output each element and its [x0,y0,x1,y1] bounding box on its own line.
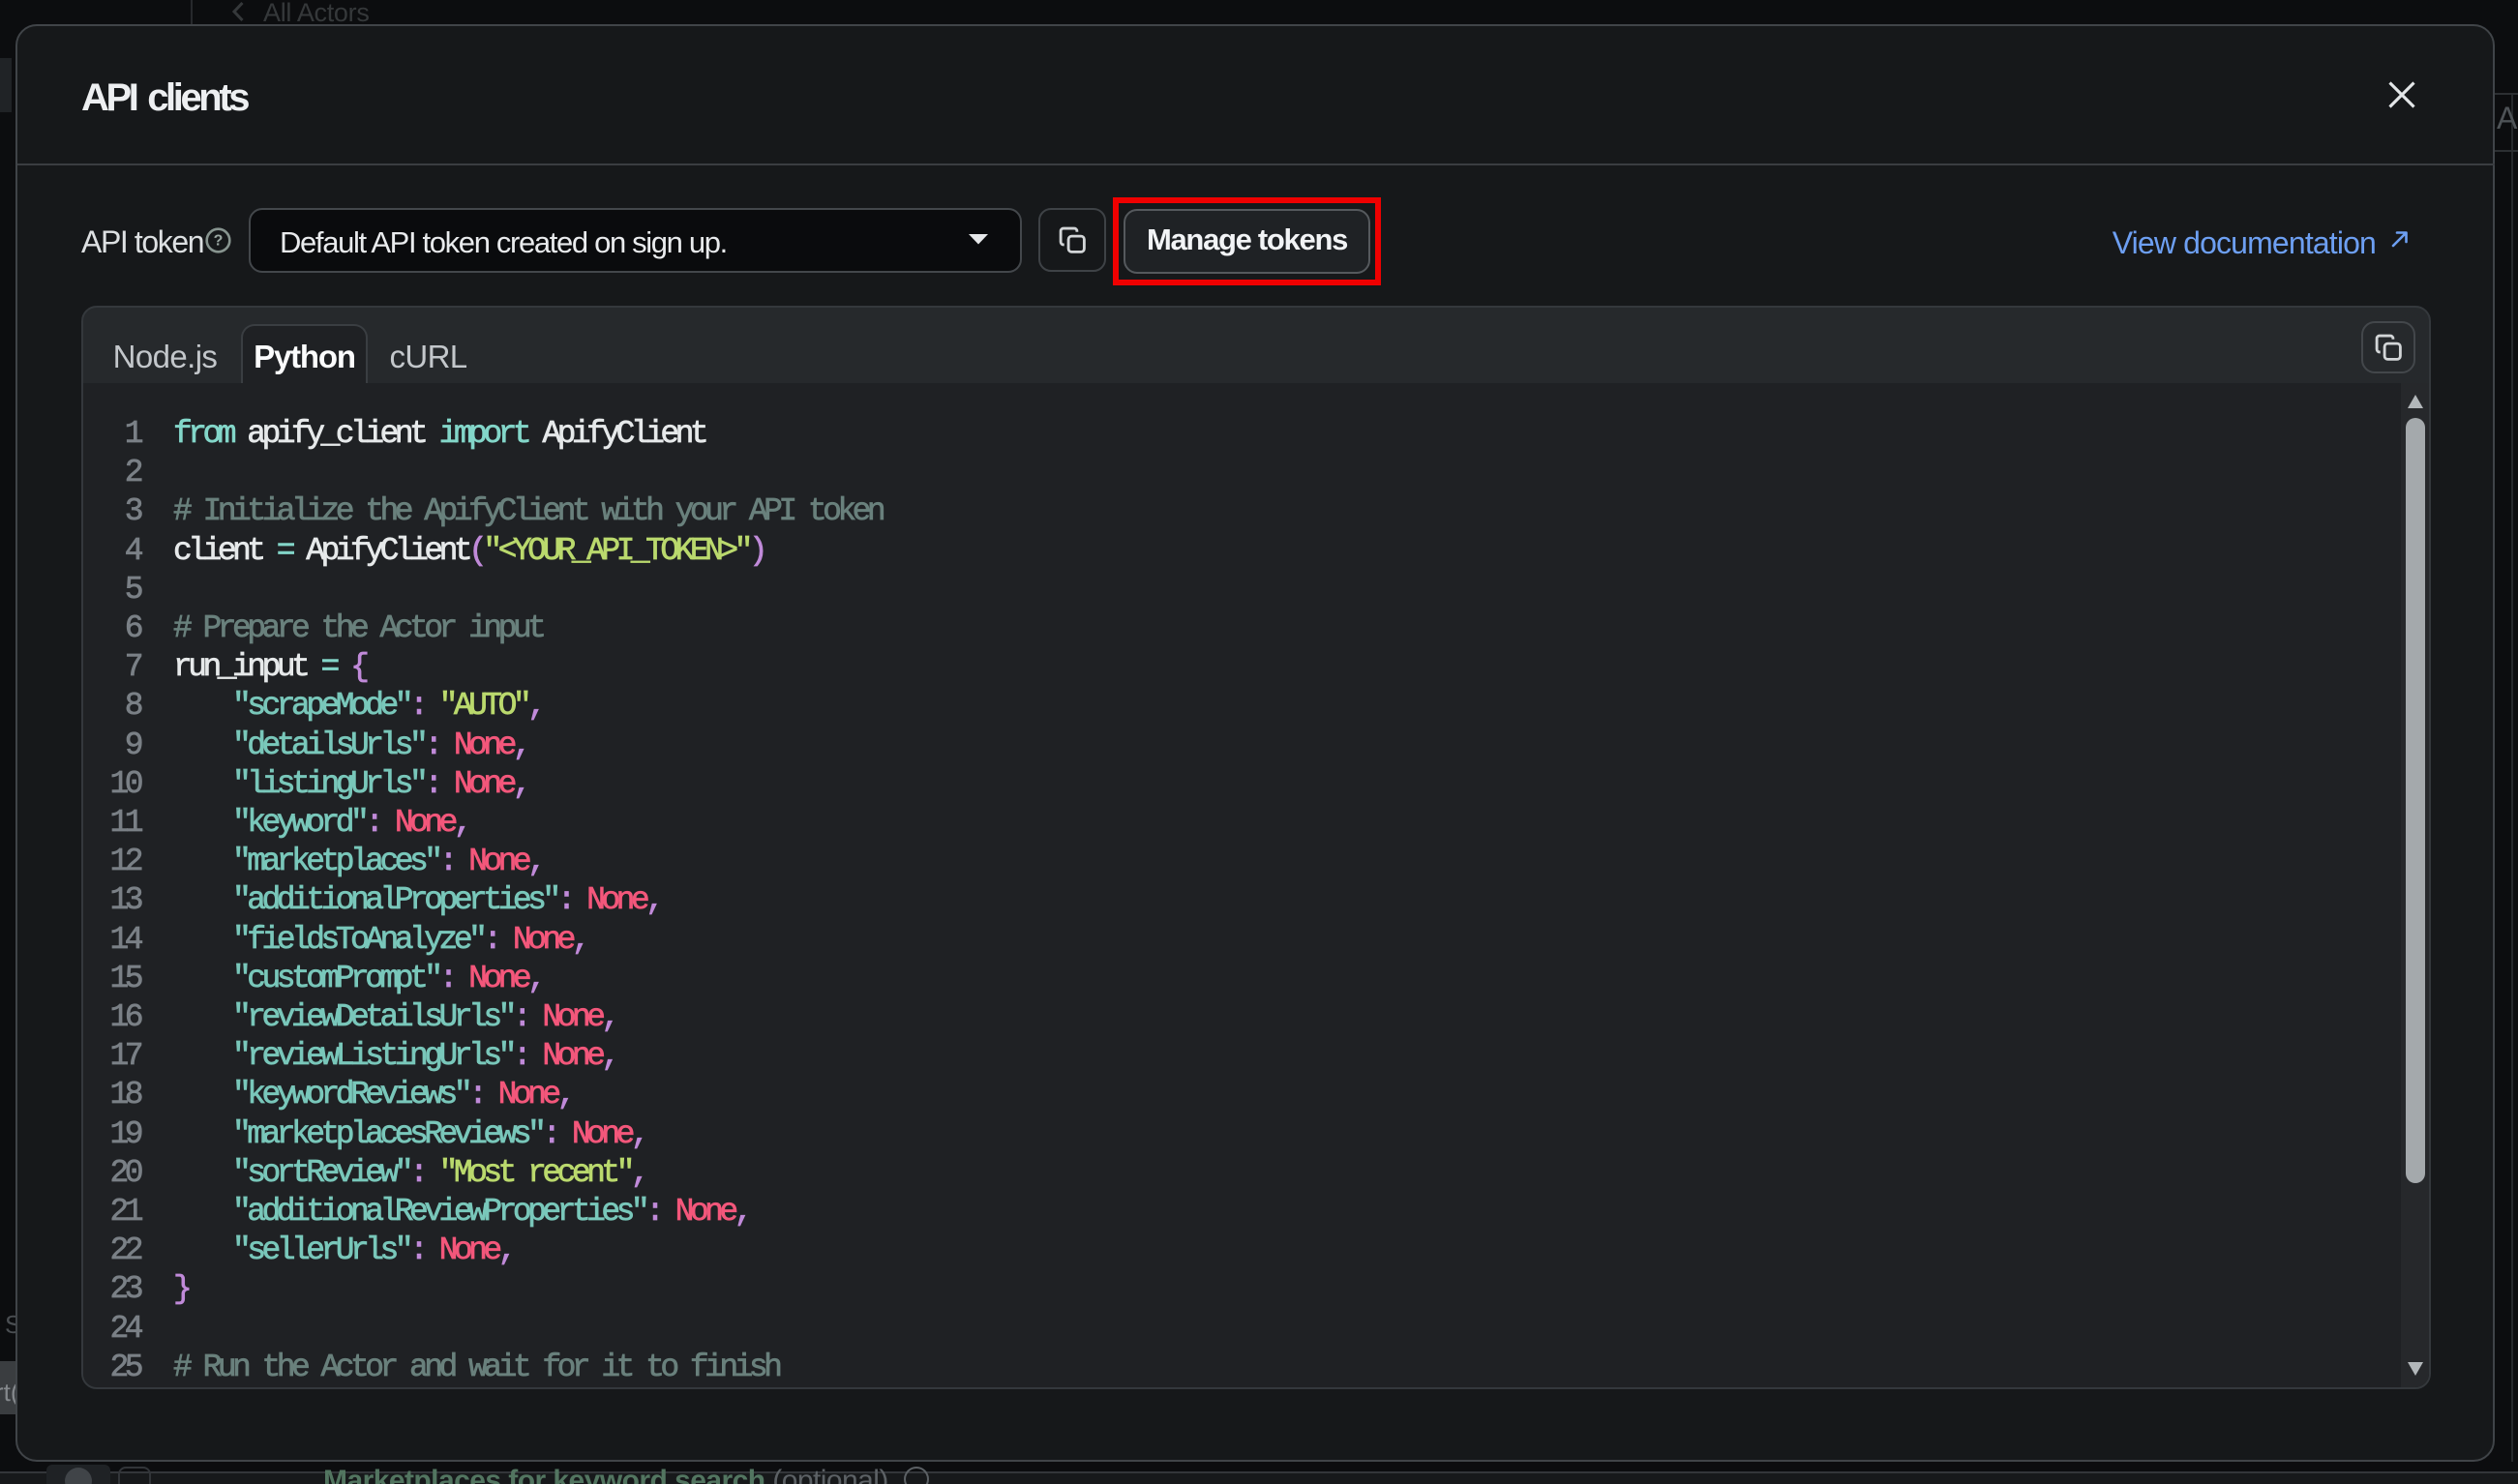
svg-text:?: ? [214,233,224,250]
